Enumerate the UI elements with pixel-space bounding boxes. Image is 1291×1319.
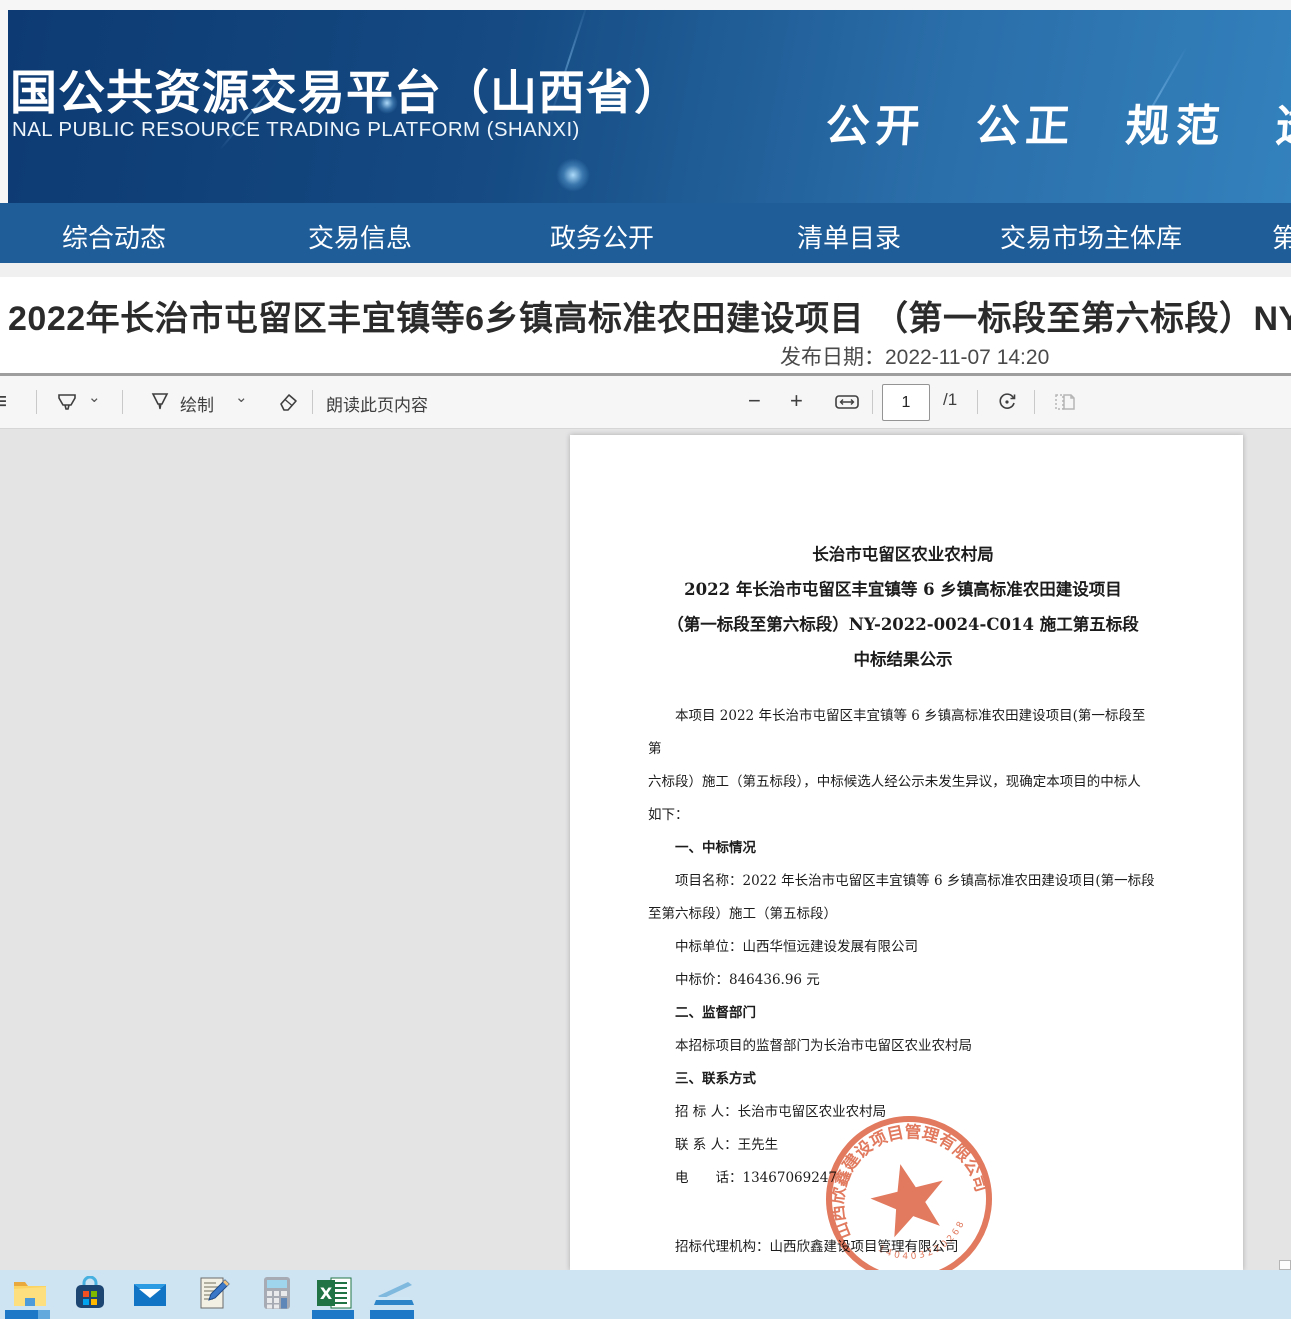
running-indicator xyxy=(370,1310,414,1319)
doc-line: 中标单位：山西华恒远建设发展有限公司 xyxy=(648,931,1158,964)
pdf-page: 长治市屯留区农业农村局 2022 年长治市屯留区丰宜镇等 6 乡镇高标准农田建设… xyxy=(570,435,1243,1270)
article-header: 2022年长治市屯留区丰宜镇等6乡镇高标准农田建设项目 （第一标段至第六标段）N… xyxy=(0,277,1291,373)
toolbar-separator xyxy=(36,390,37,414)
pdf-toolbar: ≡ ⌄ 绘制 ⌄ 朗读此页内容 − + 1 /1 xyxy=(0,376,1291,429)
nav-item-dynamics[interactable]: 综合动态 xyxy=(62,218,166,255)
site-banner: 国公共资源交易平台（山西省） NAL PUBLIC RESOURCE TRADI… xyxy=(8,10,1291,203)
left-margin-strip xyxy=(0,10,8,203)
doc-heading: （第一标段至第六标段）NY-2022-0024-C014 施工第五标段 xyxy=(648,607,1158,642)
doc-line: 至第六标段）施工（第五标段） xyxy=(648,898,1158,931)
main-nav: 综合动态 交易信息 政务公开 清单目录 交易市场主体库 第 xyxy=(0,203,1291,263)
toolbar-separator xyxy=(872,390,873,414)
draw-label[interactable]: 绘制 xyxy=(180,391,214,416)
toolbar-separator xyxy=(122,390,123,414)
toolbar-separator xyxy=(1034,390,1035,414)
top-margin-strip xyxy=(0,0,1291,10)
wordpad-icon[interactable] xyxy=(195,1276,231,1310)
site-title-english: NAL PUBLIC RESOURCE TRADING PLATFORM (SH… xyxy=(12,118,580,142)
draw-chevron-icon[interactable]: ⌄ xyxy=(235,388,248,406)
rotate-icon[interactable] xyxy=(995,390,1019,414)
nav-item-list-catalog[interactable]: 清单目录 xyxy=(797,218,901,255)
highlighter-icon[interactable] xyxy=(55,390,79,414)
doc-heading: 长治市屯留区农业农村局 xyxy=(648,537,1158,572)
two-page-view-icon[interactable] xyxy=(1052,390,1076,414)
pdf-viewport[interactable]: 长治市屯留区农业农村局 2022 年长治市屯留区丰宜镇等 6 乡镇高标准农田建设… xyxy=(0,429,1291,1270)
doc-line: 本招标项目的监督部门为长治市屯留区农业农村局 xyxy=(648,1030,1158,1063)
svg-text:X: X xyxy=(320,1284,333,1303)
page-total-label: /1 xyxy=(943,390,957,410)
microsoft-store-icon[interactable] xyxy=(72,1276,108,1310)
toolbar-separator xyxy=(312,390,313,414)
publish-date-value: 2022-11-07 14:20 xyxy=(885,346,1049,369)
site-title: 国公共资源交易平台（山西省） xyxy=(10,54,682,123)
toolbar-separator xyxy=(977,390,978,414)
doc-line: 本项目 2022 年长治市屯留区丰宜镇等 6 乡镇高标准农田建设项目(第一标段至… xyxy=(648,700,1158,766)
page-title: 2022年长治市屯留区丰宜镇等6乡镇高标准农田建设项目 （第一标段至第六标段）N… xyxy=(8,291,1291,340)
site-slogan: 公开 公正 规范 透 xyxy=(824,90,1291,154)
zoom-out-icon[interactable]: − xyxy=(748,388,761,414)
doc-section-heading: 一、中标情况 xyxy=(648,832,1158,865)
screen: 国公共资源交易平台（山西省） NAL PUBLIC RESOURCE TRADI… xyxy=(0,0,1291,1319)
running-indicator xyxy=(5,1310,38,1319)
doc-heading: 2022 年长治市屯留区丰宜镇等 6 乡镇高标准农田建设项目 xyxy=(648,572,1158,607)
running-indicator xyxy=(38,1310,50,1319)
taskbar: X xyxy=(0,1270,1291,1319)
doc-line: 如下： xyxy=(648,799,1158,832)
scanner-icon[interactable] xyxy=(372,1276,416,1310)
file-explorer-icon[interactable] xyxy=(12,1276,48,1310)
nav-item-gov-open[interactable]: 政务公开 xyxy=(550,218,654,255)
page-number-input[interactable]: 1 xyxy=(882,384,930,421)
doc-section-heading: 三、联系方式 xyxy=(648,1063,1158,1096)
doc-line: 中标价：846436.96 元 xyxy=(648,964,1158,997)
doc-line: 六标段）施工（第五标段），中标候选人经公示未发生异议，现确定本项目的中标人 xyxy=(648,766,1158,799)
doc-section-heading: 二、监督部门 xyxy=(648,997,1158,1030)
excel-icon[interactable]: X xyxy=(315,1276,351,1310)
publish-date-label: 发布日期： xyxy=(780,346,885,369)
mail-icon[interactable] xyxy=(132,1276,168,1310)
doc-heading: 中标结果公示 xyxy=(648,642,1158,677)
nav-item-clipped[interactable]: 第 xyxy=(1272,218,1291,255)
calculator-icon[interactable] xyxy=(262,1276,298,1310)
draw-pen-icon[interactable] xyxy=(148,390,172,414)
running-indicator xyxy=(312,1310,354,1319)
highlighter-chevron-icon[interactable]: ⌄ xyxy=(88,388,101,406)
nav-item-market-entity[interactable]: 交易市场主体库 xyxy=(1000,218,1182,255)
fit-to-width-icon[interactable] xyxy=(834,390,858,414)
menu-icon[interactable]: ≡ xyxy=(0,388,7,416)
read-aloud-button[interactable]: 朗读此页内容 xyxy=(326,391,428,416)
zoom-in-icon[interactable]: + xyxy=(790,388,803,414)
eraser-icon[interactable] xyxy=(276,390,300,414)
publish-date: 发布日期：2022-11-07 14:20 xyxy=(780,341,1049,371)
nav-item-trade-info[interactable]: 交易信息 xyxy=(308,218,412,255)
header-gray-strip xyxy=(0,263,1291,277)
scrollbar-corner xyxy=(1279,1260,1291,1270)
banner-decoration xyxy=(556,158,590,192)
doc-line: 项目名称：2022 年长治市屯留区丰宜镇等 6 乡镇高标准农田建设项目(第一标段 xyxy=(648,865,1158,898)
